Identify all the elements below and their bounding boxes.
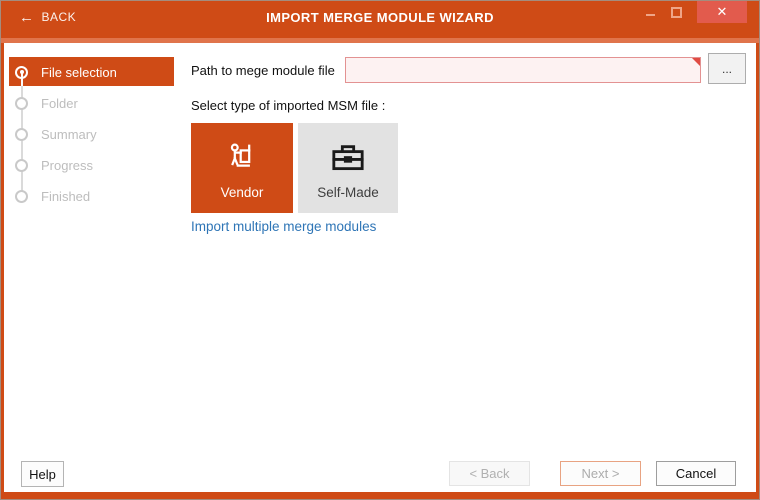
minimize-button[interactable] [637,1,663,23]
maximize-icon [670,6,682,18]
stepper-item-file-selection[interactable]: File selection [1,61,181,83]
window-controls: ✕ [637,1,747,23]
import-multiple-link[interactable]: Import multiple merge modules [191,219,376,234]
step-radio-icon [15,189,28,203]
stepper-item-summary[interactable]: Summary [1,123,181,145]
toolbox-icon [329,140,367,176]
step-label: Summary [41,126,97,142]
close-icon: ✕ [716,4,728,19]
msm-type-label: Select type of imported MSM file : [191,98,386,113]
tile-self-made[interactable]: Self-Made [298,123,398,213]
import-merge-module-wizard-window: ← BACK IMPORT MERGE MODULE WIZARD ✕ File… [0,0,760,500]
tile-vendor-label: Vendor [220,185,264,200]
tile-vendor[interactable]: Vendor [191,123,293,213]
minimize-icon [645,14,655,16]
step-label: Finished [41,188,91,204]
step-label: Progress [41,157,94,173]
window-border-right [756,43,759,492]
browse-button[interactable]: ... [708,53,746,84]
window-border-left [1,43,4,492]
stepper-item-finished[interactable]: Finished [1,185,181,207]
step-radio-active-icon [15,65,28,79]
vendor-handtruck-icon [225,140,259,176]
path-input[interactable] [345,57,701,83]
help-button[interactable]: Help [21,461,64,487]
step-label: File selection [41,64,117,80]
stepper-item-progress[interactable]: Progress [1,154,181,176]
step-label: Folder [41,95,78,111]
tile-self-made-label: Self-Made [317,185,379,200]
step-radio-icon [15,158,28,172]
stepper-item-folder[interactable]: Folder [1,92,181,114]
cancel-button[interactable]: Cancel [656,461,736,486]
step-radio-icon [15,127,28,141]
titlebar: ← BACK IMPORT MERGE MODULE WIZARD ✕ [1,1,759,38]
back-button[interactable]: < Back [449,461,530,486]
close-button[interactable]: ✕ [697,1,747,23]
maximize-button[interactable] [663,1,689,23]
next-button[interactable]: Next > [560,461,641,486]
path-field-label: Path to mege module file [191,62,335,78]
step-radio-icon [15,96,28,110]
window-border-bottom [1,492,759,499]
titlebar-accent-strip [1,38,759,43]
validation-error-icon [692,58,700,66]
